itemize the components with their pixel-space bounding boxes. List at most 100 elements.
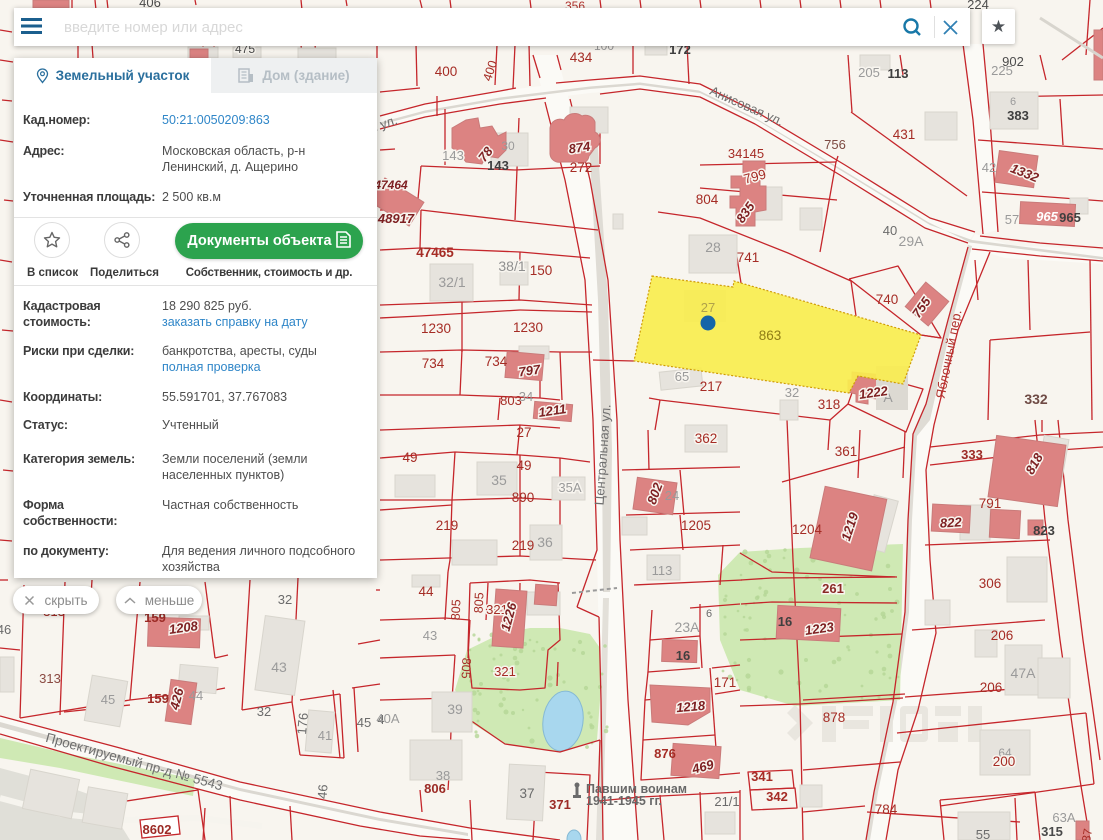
svg-text:361: 361 xyxy=(835,444,858,459)
svg-text:Яблочный пер.: Яблочный пер. xyxy=(933,308,965,399)
svg-text:87: 87 xyxy=(1079,827,1095,840)
svg-text:805: 805 xyxy=(448,599,463,621)
svg-text:34145: 34145 xyxy=(728,146,764,161)
svg-text:206: 206 xyxy=(991,628,1014,643)
svg-text:29А: 29А xyxy=(899,233,925,249)
svg-text:734: 734 xyxy=(485,354,508,369)
svg-text:35: 35 xyxy=(491,472,507,488)
svg-text:876: 876 xyxy=(654,746,676,761)
svg-text:1230: 1230 xyxy=(421,321,451,336)
svg-text:890: 890 xyxy=(512,490,535,505)
svg-text:805: 805 xyxy=(471,592,486,614)
svg-text:44: 44 xyxy=(189,688,203,703)
svg-text:797: 797 xyxy=(518,362,542,380)
svg-text:1204: 1204 xyxy=(792,522,823,537)
svg-text:44: 44 xyxy=(418,584,434,599)
svg-text:45: 45 xyxy=(101,692,115,707)
svg-text:46: 46 xyxy=(314,784,330,800)
svg-text:113: 113 xyxy=(652,563,673,578)
svg-text:332: 332 xyxy=(1024,391,1048,407)
svg-text:47А: 47А xyxy=(1011,665,1037,681)
svg-text:32/1: 32/1 xyxy=(438,274,465,290)
svg-text:42: 42 xyxy=(982,160,996,175)
svg-text:261: 261 xyxy=(822,581,844,596)
svg-text:383: 383 xyxy=(1007,108,1029,123)
svg-text:47465: 47465 xyxy=(416,245,454,260)
svg-text:65: 65 xyxy=(675,369,689,384)
svg-text:8602: 8602 xyxy=(143,822,172,837)
svg-text:874: 874 xyxy=(568,139,592,157)
svg-text:150: 150 xyxy=(530,263,553,278)
svg-text:791: 791 xyxy=(979,496,1002,511)
svg-text:1218: 1218 xyxy=(676,698,707,716)
svg-text:200: 200 xyxy=(993,754,1016,769)
svg-text:38/1: 38/1 xyxy=(498,258,525,274)
svg-text:822: 822 xyxy=(940,514,963,530)
svg-text:28: 28 xyxy=(705,239,721,255)
svg-text:47464: 47464 xyxy=(373,178,408,192)
svg-text:313: 313 xyxy=(39,671,61,686)
svg-text:23А: 23А xyxy=(675,619,701,635)
svg-text:40А: 40А xyxy=(376,711,399,726)
svg-text:35А: 35А xyxy=(558,480,581,495)
svg-text:306: 306 xyxy=(979,576,1002,591)
svg-text:16: 16 xyxy=(676,648,690,663)
svg-text:176: 176 xyxy=(294,712,311,735)
svg-text:784: 784 xyxy=(875,802,898,817)
svg-text:27: 27 xyxy=(516,425,531,440)
svg-text:341: 341 xyxy=(751,769,773,784)
svg-text:143: 143 xyxy=(442,148,464,163)
svg-text:434: 434 xyxy=(570,50,593,65)
svg-text:45: 45 xyxy=(357,715,371,730)
svg-text:740: 740 xyxy=(876,292,899,307)
svg-text:1230: 1230 xyxy=(513,320,543,335)
svg-text:219: 219 xyxy=(512,538,535,553)
svg-text:965: 965 xyxy=(1036,209,1058,224)
svg-text:49: 49 xyxy=(402,450,417,465)
svg-text:431: 431 xyxy=(893,127,916,142)
svg-text:113: 113 xyxy=(888,66,909,81)
svg-text:49: 49 xyxy=(516,458,531,473)
svg-text:143: 143 xyxy=(487,158,509,173)
svg-text:46: 46 xyxy=(0,622,11,637)
svg-text:965: 965 xyxy=(1059,210,1081,225)
svg-text:342: 342 xyxy=(766,789,788,804)
svg-text:24: 24 xyxy=(665,488,679,503)
svg-text:32: 32 xyxy=(278,592,292,607)
svg-text:315: 315 xyxy=(1041,824,1063,839)
svg-text:1941-1945 гг.: 1941-1945 гг. xyxy=(586,794,662,808)
svg-text:41: 41 xyxy=(318,728,332,743)
svg-text:43: 43 xyxy=(271,659,287,675)
svg-text:823: 823 xyxy=(1033,523,1055,538)
svg-text:63А: 63А xyxy=(1052,810,1075,825)
svg-text:400: 400 xyxy=(480,59,500,83)
svg-text:39: 39 xyxy=(447,701,463,717)
svg-text:333: 333 xyxy=(961,447,983,462)
svg-text:272: 272 xyxy=(570,160,593,175)
svg-text:21/1: 21/1 xyxy=(714,794,739,809)
svg-text:878: 878 xyxy=(823,710,846,725)
svg-text:362: 362 xyxy=(695,431,718,446)
svg-text:30: 30 xyxy=(501,139,515,153)
svg-text:318: 318 xyxy=(818,397,841,412)
svg-text:805: 805 xyxy=(458,657,473,679)
svg-text:34: 34 xyxy=(519,389,533,404)
svg-text:219: 219 xyxy=(436,518,459,533)
svg-text:806: 806 xyxy=(424,781,446,796)
svg-text:43: 43 xyxy=(423,628,437,643)
svg-text:159: 159 xyxy=(147,691,169,706)
svg-text:171: 171 xyxy=(714,675,737,690)
svg-text:57: 57 xyxy=(1005,212,1019,227)
svg-text:741: 741 xyxy=(737,250,760,265)
svg-text:37: 37 xyxy=(519,786,534,801)
svg-text:6: 6 xyxy=(1010,96,1016,108)
svg-text:55: 55 xyxy=(976,827,990,840)
svg-text:27: 27 xyxy=(701,300,715,315)
svg-text:40: 40 xyxy=(883,223,897,238)
svg-text:225: 225 xyxy=(991,63,1013,78)
svg-text:371: 371 xyxy=(549,797,571,812)
svg-text:756: 756 xyxy=(824,137,846,152)
svg-text:32: 32 xyxy=(257,704,271,719)
svg-text:1205: 1205 xyxy=(681,518,711,533)
svg-text:734: 734 xyxy=(422,356,445,371)
